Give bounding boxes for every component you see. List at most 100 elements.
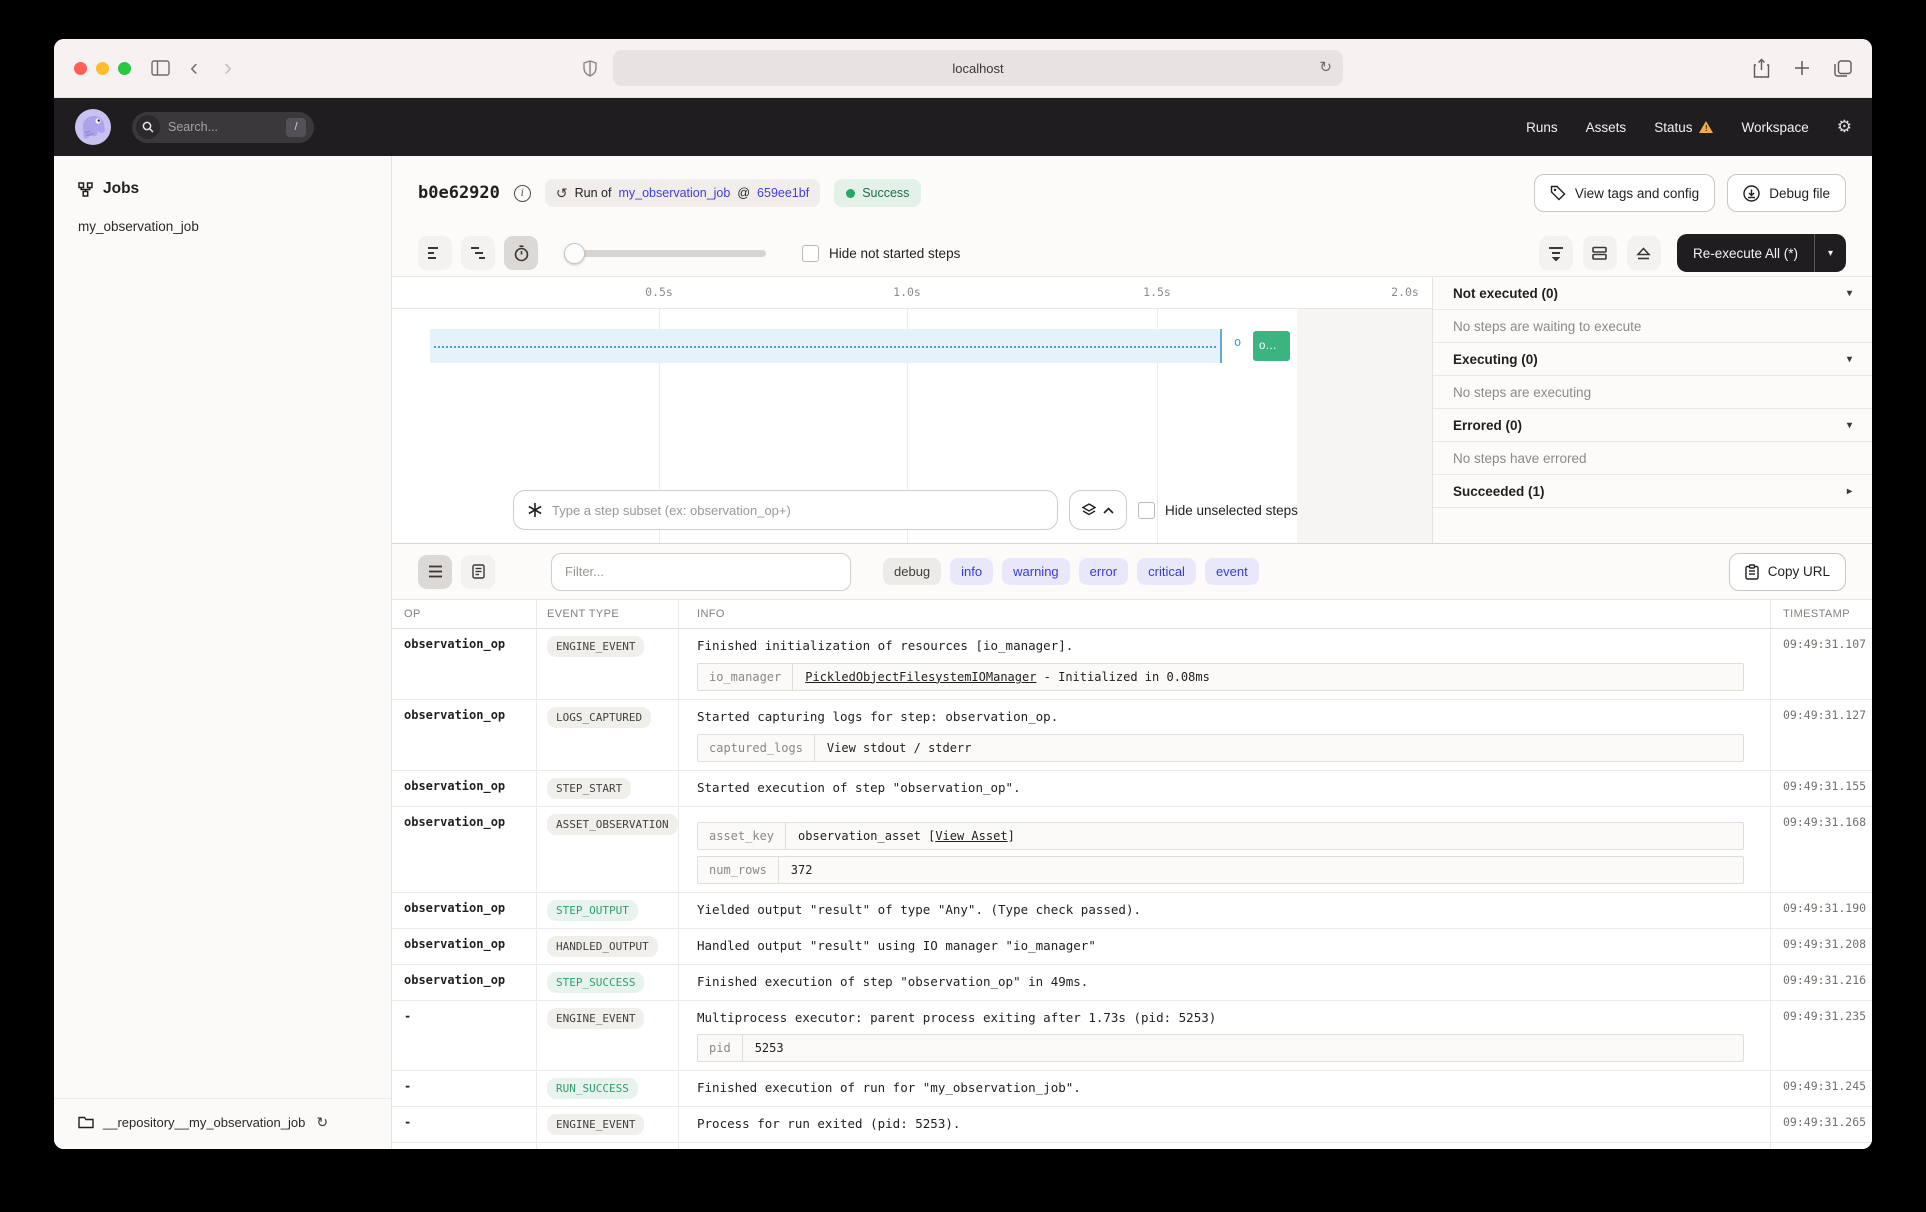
search-input[interactable] [168,120,268,134]
nav-link-runs[interactable]: Runs [1526,120,1558,135]
chevron-right-icon[interactable]: ▸ [1847,486,1852,497]
metadata-link[interactable]: View Asset [935,829,1007,843]
log-row[interactable]: observation_opENGINE_EVENTFinished initi… [392,629,1872,700]
log-row[interactable]: observation_opHANDLED_OUTPUTHandled outp… [392,929,1872,965]
reload-icon[interactable]: ↻ [1319,58,1332,76]
copy-url-button[interactable]: Copy URL [1729,553,1846,591]
log-info-cell: Process for run exited (pid: 5253). [679,1107,1770,1142]
event-type-chip: STEP_OUTPUT [547,900,638,921]
step-section-errored[interactable]: Errored (0) ▾ [1433,409,1872,442]
chevron-up-icon [1103,507,1114,514]
step-selector-icon [527,502,543,518]
jobs-sidebar: Jobs my_observation_job __repository__my… [54,156,392,1149]
flatten-view-button[interactable] [418,236,452,270]
log-row[interactable]: -ENGINE_EVENTProcess for run exited (pid… [392,1107,1872,1143]
log-op-cell: observation_op [392,965,537,1000]
step-section-empty-text: No steps are waiting to execute [1433,310,1872,343]
log-op-cell: observation_op [392,629,537,699]
view-tags-config-label: View tags and config [1575,186,1699,201]
log-level-filters: debug info warning error critical event [883,558,1259,585]
run-header: b0e62920 i ↺ Run of my_observation_job @… [392,156,1872,230]
status-label: Success [862,186,909,200]
sidebar-item-my_observation_job[interactable]: my_observation_job [54,204,391,249]
share-icon[interactable] [1753,58,1770,78]
log-timestamp-cell: 09:49:31.107 [1770,629,1872,699]
step-section-not[interactable]: Not executed (0)▾ [1433,277,1872,310]
code-version-link[interactable]: 659ee1bf [757,186,809,200]
search-icon [136,115,160,139]
browser-forward-button[interactable]: › [224,56,232,80]
info-icon[interactable]: i [514,185,531,202]
log-level-chip-warning[interactable]: warning [1002,558,1070,585]
log-level-chip-error[interactable]: error [1079,558,1128,585]
chevron-down-icon[interactable]: ▾ [1847,354,1852,365]
tag-icon [1550,185,1566,201]
tab-overview-icon[interactable] [1834,60,1852,77]
log-info-text: Handled output "result" using IO manager… [697,937,1752,956]
address-bar[interactable]: localhost ↻ [613,50,1343,86]
chevron-down-icon[interactable]: ▾ [1847,420,1852,431]
browser-back-button[interactable]: ‹ [190,56,198,80]
filter-steps-button[interactable] [1539,236,1573,270]
log-info-cell: Started execution of step "observation_o… [679,771,1770,806]
new-tab-icon[interactable] [1794,60,1810,76]
structured-log-view-button[interactable] [418,555,452,589]
log-level-chip-event[interactable]: event [1205,558,1259,585]
step-section-succeeded[interactable]: Succeeded (1)▸ [1433,475,1872,508]
reexecute-options-caret[interactable]: ▾ [1814,234,1846,272]
settings-gear-icon[interactable]: ⚙ [1837,117,1852,137]
log-level-chip-debug[interactable]: debug [883,558,941,585]
view-tags-config-button[interactable]: View tags and config [1534,174,1715,212]
close-window-button[interactable] [74,62,87,75]
log-row[interactable]: observation_opLOGS_CAPTUREDStarted captu… [392,700,1872,771]
log-filter-input[interactable] [551,553,851,591]
zoom-slider-knob[interactable] [564,243,585,264]
metadata-link[interactable]: PickledObjectFilesystemIOManager [805,670,1036,684]
gantt-outside-range [1297,309,1432,543]
log-op-cell: observation_op [392,893,537,928]
event-log-table: OPEVENT TYPEINFOTIMESTAMPobservation_opE… [392,599,1872,1149]
run-of-tag: ↺ Run of my_observation_job @ 659ee1bf [545,179,820,207]
zoom-window-button[interactable] [118,62,131,75]
log-op-cell: observation_op [392,929,537,964]
minimize-window-button[interactable] [96,62,109,75]
step-subset-input[interactable] [552,503,1044,518]
eject-button[interactable] [1627,236,1661,270]
hide-unselected-checkbox[interactable] [1138,502,1155,519]
raw-log-view-button[interactable] [461,555,495,589]
nav-link-assets[interactable]: Assets [1586,120,1627,135]
job-link[interactable]: my_observation_job [618,186,730,200]
log-level-chip-info[interactable]: info [950,558,993,585]
debug-file-button[interactable]: Debug file [1727,174,1846,212]
step-section-title: Errored (0) [1453,418,1522,433]
nav-link-workspace[interactable]: Workspace [1741,120,1808,135]
log-row[interactable]: observation_opSTEP_STARTStarted executio… [392,771,1872,807]
gantt-step-bar-observation-op[interactable]: o… [1253,331,1290,361]
reload-repository-icon[interactable]: ↻ [316,1114,328,1131]
log-row[interactable]: -ENGINE_EVENTMultiprocess executor: pare… [392,1001,1872,1072]
reexecute-all-button[interactable]: Re-execute All (*) [1677,234,1814,272]
privacy-shield-icon[interactable] [583,60,597,77]
log-event-type-cell: ENGINE_EVENT [537,1107,679,1142]
step-section-executing[interactable]: Executing (0)▾ [1433,343,1872,376]
chevron-down-icon[interactable]: ▾ [1847,288,1852,299]
graph-query-toggle-button[interactable] [1069,490,1127,530]
browser-sidebar-icon[interactable] [151,60,170,76]
hide-not-started-checkbox[interactable] [802,245,819,262]
log-op-cell: - [392,1107,537,1142]
nav-link-status[interactable]: Status! [1654,120,1713,135]
log-row[interactable]: observation_opSTEP_SUCCESSFinished execu… [392,965,1872,1001]
global-search[interactable]: / [132,112,314,143]
waterfall-view-button[interactable] [461,236,495,270]
repository-row[interactable]: __repository__my_observation_job ↻ [54,1098,391,1149]
log-timestamp-cell: 09:49:31.216 [1770,965,1872,1000]
timed-view-button[interactable] [504,236,538,270]
log-event-type-cell: STEP_OUTPUT [537,893,679,928]
log-row[interactable]: observation_opSTEP_OUTPUTYielded output … [392,893,1872,929]
log-row[interactable]: -RUN_SUCCESSFinished execution of run fo… [392,1071,1872,1107]
row-density-button[interactable] [1583,236,1617,270]
log-row[interactable]: observation_opASSET_OBSERVATIONasset_key… [392,807,1872,893]
dagster-logo[interactable] [74,108,112,146]
log-level-chip-critical[interactable]: critical [1137,558,1196,585]
zoom-slider[interactable] [566,250,766,257]
